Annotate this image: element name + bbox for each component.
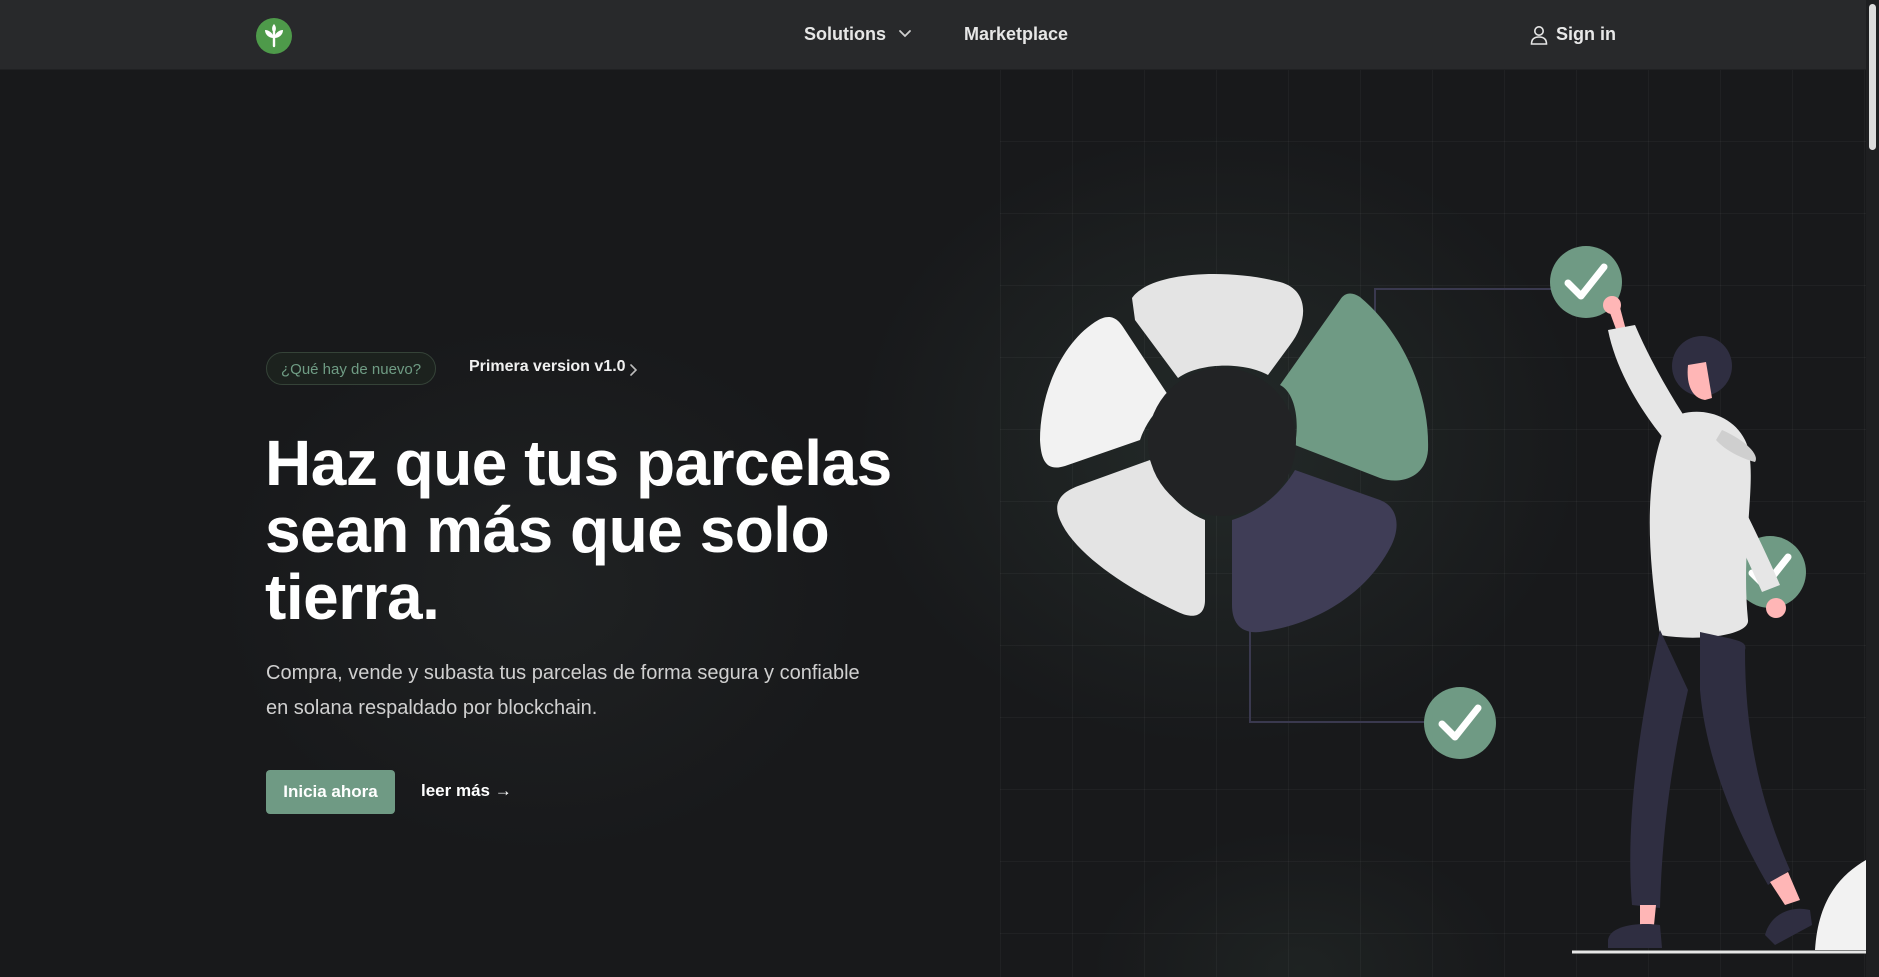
chevron-down-icon[interactable] [898, 29, 912, 39]
scrollbar-thumb[interactable] [1869, 4, 1876, 150]
leaf-logo-icon[interactable] [256, 18, 292, 54]
user-icon [1530, 26, 1548, 45]
nav-solutions[interactable]: Solutions [804, 24, 886, 45]
start-now-button[interactable]: Inicia ahora [266, 770, 395, 814]
leaf-shape [1815, 860, 1866, 950]
chevron-right-icon[interactable] [629, 363, 639, 377]
hero-illustration [1040, 246, 1866, 954]
check-circle-icon [1424, 687, 1496, 759]
donut-graphic [1040, 274, 1429, 633]
sign-in-label: Sign in [1556, 24, 1616, 44]
hero-subtitle: Compra, vende y subasta tus parcelas de … [266, 662, 860, 719]
top-navbar: Solutions Marketplace Sign in [0, 0, 1879, 70]
person-figure [1603, 296, 1812, 948]
hero-title: Haz que tus parcelas sean más que solo t… [265, 427, 892, 633]
whats-new-badge[interactable]: ¿Qué hay de nuevo? [266, 352, 437, 385]
read-more-link[interactable]: leer más → [421, 781, 512, 801]
release-link[interactable]: Primera version v1.0 [469, 358, 626, 376]
nav-marketplace[interactable]: Marketplace [964, 24, 1068, 45]
